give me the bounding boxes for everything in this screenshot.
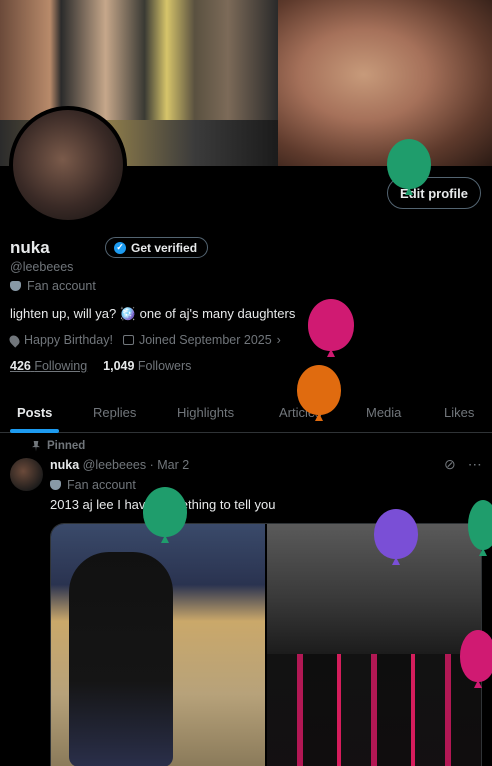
balloon-icon [460, 630, 492, 682]
pinned-indicator: Pinned [32, 440, 85, 452]
calendar-icon [122, 335, 134, 345]
profile-avatar[interactable] [9, 106, 127, 224]
location-label: Happy Birthday! [24, 333, 113, 347]
badge-check-icon: ✓ [114, 241, 126, 254]
post-image-2[interactable] [267, 524, 481, 766]
chevron-right-icon: › [276, 333, 281, 347]
profile-joined[interactable]: Joined September 2025 › [122, 333, 281, 347]
tab-replies[interactable]: Replies [93, 392, 136, 432]
get-verified-button[interactable]: ✓ Get verified [105, 237, 209, 258]
profile-location: Happy Birthday! [7, 332, 113, 348]
banner-image-right [278, 0, 492, 166]
post-category-label: Fan account [67, 478, 136, 492]
pin-icon [32, 440, 40, 452]
tab-highlights[interactable]: Highlights [177, 392, 234, 432]
map-pin-icon [7, 332, 22, 348]
mask-icon [50, 480, 61, 490]
active-tab-indicator [10, 429, 59, 433]
balloon-icon [297, 365, 341, 415]
post-media[interactable] [50, 523, 482, 766]
joined-label: Joined September 2025 [138, 333, 272, 347]
pinned-label: Pinned [47, 440, 86, 452]
following-label: Following [34, 359, 88, 373]
follow-stats: 426 Following 1,049 Followers [10, 359, 191, 373]
balloon-icon [374, 509, 418, 559]
get-verified-label: Get verified [131, 240, 198, 255]
followers-label: Followers [137, 359, 192, 373]
post-image-1[interactable] [51, 524, 265, 766]
tab-likes[interactable]: Likes [444, 392, 474, 432]
followers-count: 1,049 [103, 359, 135, 373]
post-category: Fan account [50, 478, 136, 492]
grok-icon[interactable]: ⊘ [444, 456, 456, 473]
profile-category: Fan account [10, 279, 96, 293]
post-header: nuka @leebeees · Mar 2 [50, 458, 189, 472]
profile-meta: Happy Birthday! Joined September 2025 › [7, 332, 281, 348]
profile-tabs: Posts Replies Highlights Articles Media … [0, 392, 492, 433]
profile-bio: lighten up, will ya? 🪩 one of aj's many … [10, 306, 296, 321]
post-actions: ⊘ ⋯ [444, 456, 482, 473]
mask-icon [10, 281, 21, 291]
post-author[interactable]: nuka [50, 458, 79, 472]
post-handle-date[interactable]: @leebeees · Mar 2 [83, 458, 190, 472]
tab-media[interactable]: Media [366, 392, 401, 432]
balloon-icon [387, 139, 431, 189]
following-count: 426 [10, 359, 31, 373]
following-link[interactable]: 426 Following [10, 359, 87, 373]
balloon-icon [308, 299, 354, 351]
more-icon[interactable]: ⋯ [468, 456, 482, 473]
followers-link[interactable]: 1,049 Followers [103, 359, 191, 373]
post-avatar[interactable] [10, 458, 43, 491]
balloon-icon [143, 487, 187, 537]
category-label: Fan account [27, 279, 96, 293]
display-name: nuka [10, 238, 50, 257]
profile-handle: @leebeees [10, 260, 74, 274]
tab-posts[interactable]: Posts [17, 392, 52, 432]
balloon-icon [468, 500, 492, 550]
